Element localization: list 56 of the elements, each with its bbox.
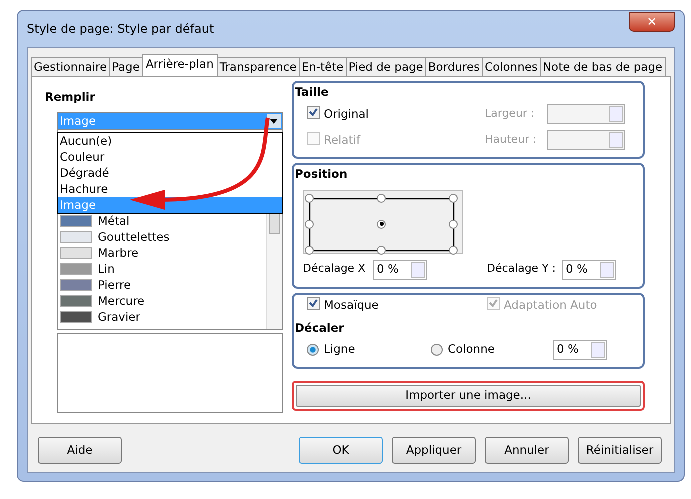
checkbox-label: Mosaïque [324,296,379,314]
list-item[interactable]: Métal [98,212,130,230]
height-field[interactable] [547,130,625,150]
shift-field[interactable]: 0 % [553,340,607,360]
dropdown-option[interactable]: Dégradé [58,165,282,181]
field-label: Décalage Y : [487,261,557,278]
dropdown-option[interactable]: Couleur [58,149,282,165]
offset-x-field[interactable]: 0 % [373,260,427,280]
section-heading: Taille [295,84,330,101]
list-item[interactable]: Pierre [98,276,132,294]
width-field[interactable] [547,104,625,124]
position-radio[interactable] [377,220,386,228]
window-title: Style de page: Style par défaut [27,21,214,38]
position-radio[interactable] [305,194,314,202]
tab[interactable]: Page [109,57,143,76]
field-label: Hauteur : [485,132,538,148]
field-label: Décalage X [303,261,367,278]
tab[interactable]: Gestionnaire [31,57,110,76]
dropdown-option[interactable]: Aucun(e) [58,133,282,149]
radio-button[interactable] [307,344,319,356]
dropdown-option[interactable]: Hachure [58,181,282,197]
checkbox-label: Original [324,106,370,123]
dialog-button[interactable]: Aide [38,437,122,464]
section-heading: Remplir [45,89,96,106]
checkbox-label: Adaptation Auto [504,296,598,314]
position-radio[interactable] [449,246,458,254]
list-item[interactable]: Gouttelettes [98,228,170,246]
tile-checkbox[interactable] [307,296,320,310]
dialog-button[interactable]: Appliquer [392,437,476,464]
position-radio[interactable] [449,220,458,228]
section-heading: Décaler [295,320,346,336]
tab[interactable]: Note de bas de page [540,57,666,76]
section-heading: Position [295,166,349,184]
radio-label: Colonne [448,341,495,358]
position-radio[interactable] [305,220,314,228]
radio-label: Ligne [324,341,356,358]
list-item[interactable]: Marbre [98,244,139,262]
position-radio[interactable] [377,194,386,202]
tab[interactable]: Pied de page [346,57,426,76]
original-checkbox[interactable] [307,106,320,119]
list-item[interactable]: Lin [98,260,115,278]
list-item[interactable]: Gravier [98,308,140,326]
dialog-button[interactable]: Annuler [485,437,569,464]
dialog-button[interactable]: Réinitialiser [578,437,662,464]
list-item[interactable]: Mercure [98,292,145,310]
tab[interactable]: Transparence [216,57,300,76]
field-label: Largeur : [485,106,536,122]
dialog-button[interactable]: OK [299,437,383,464]
position-radio[interactable] [449,194,458,202]
import-image-button[interactable]: Importer une image... [296,384,641,407]
tab[interactable]: Arrière-plan [142,54,218,76]
radio-button[interactable] [431,344,443,356]
checkbox-label: Relatif [324,132,361,149]
position-radio[interactable] [377,246,386,254]
position-radio[interactable] [305,246,314,254]
offset-y-field[interactable]: 0 % [562,260,616,280]
